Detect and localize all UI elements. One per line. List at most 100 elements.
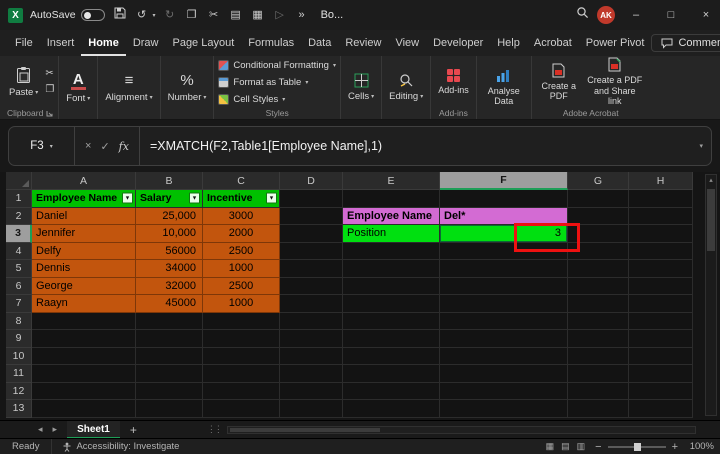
maximize-button[interactable]: □ (657, 0, 685, 30)
cell-H5[interactable] (629, 260, 693, 278)
cell-E8[interactable] (343, 312, 440, 330)
confirm-entry-icon[interactable]: ✓ (100, 140, 109, 153)
search-icon[interactable] (574, 6, 590, 24)
cell-E6[interactable] (343, 277, 440, 295)
cell-A9[interactable] (32, 330, 136, 348)
cell-E3[interactable]: Position (343, 225, 440, 243)
page-break-view-icon[interactable]: ▥ (577, 441, 586, 452)
cell-D6[interactable] (280, 277, 343, 295)
row-header-7[interactable]: 7 (6, 295, 32, 313)
col-header-D[interactable]: D (280, 172, 343, 190)
conditional-formatting-button[interactable]: Conditional Formatting ▾ (218, 58, 336, 73)
cell-F12[interactable] (440, 382, 568, 400)
cell-C3[interactable]: 2000 (203, 225, 280, 243)
tab-developer[interactable]: Developer (426, 30, 490, 56)
tab-acrobat[interactable]: Acrobat (527, 30, 579, 56)
user-avatar[interactable]: AK (597, 6, 615, 24)
create-pdf-share-button[interactable]: Create a PDF and Share link (584, 55, 646, 108)
horizontal-scrollbar[interactable] (226, 425, 696, 434)
filter-dropdown-icon[interactable]: ▾ (189, 192, 200, 204)
cell-E5[interactable] (343, 260, 440, 278)
cell-E4[interactable] (343, 242, 440, 260)
cell-D10[interactable] (280, 347, 343, 365)
cell-F1[interactable] (440, 190, 568, 208)
minimize-button[interactable]: – (622, 0, 650, 30)
row-header-3[interactable]: 3 (6, 225, 32, 243)
cell-A8[interactable] (32, 312, 136, 330)
cell-D7[interactable] (280, 295, 343, 313)
tab-home[interactable]: Home (81, 30, 126, 56)
cell-A6[interactable]: George (32, 277, 136, 295)
cell-D5[interactable] (280, 260, 343, 278)
cell-B6[interactable]: 32000 (136, 277, 203, 295)
cell-G10[interactable] (568, 347, 629, 365)
row-header-5[interactable]: 5 (6, 260, 32, 278)
cell-A10[interactable] (32, 347, 136, 365)
cell-G7[interactable] (568, 295, 629, 313)
row-header-1[interactable]: 1 (6, 190, 32, 208)
cell-B13[interactable] (136, 400, 203, 418)
cell-D8[interactable] (280, 312, 343, 330)
cell-E2[interactable]: Employee Name (343, 207, 440, 225)
cell-B8[interactable] (136, 312, 203, 330)
col-header-E[interactable]: E (343, 172, 440, 190)
cell-A1[interactable]: Employee Name ▾ (32, 190, 136, 208)
zoom-out-button[interactable]: − (595, 441, 601, 453)
cell-F7[interactable] (440, 295, 568, 313)
cell-D11[interactable] (280, 365, 343, 383)
tab-scroll-split-handle[interactable]: ⋮⋮ (207, 424, 223, 435)
undo-dropdown-icon[interactable]: ▾ (153, 12, 156, 19)
cut-icon[interactable]: ✂ (206, 7, 222, 23)
paste-button[interactable]: Paste ▾ (6, 64, 41, 100)
cell-C4[interactable]: 2500 (203, 242, 280, 260)
cell-E12[interactable] (343, 382, 440, 400)
cell-H7[interactable] (629, 295, 693, 313)
formula-input[interactable]: =XMATCH(F2,Table1[Employee Name],1) (140, 127, 692, 165)
cell-H3[interactable] (629, 225, 693, 243)
cell-C6[interactable]: 2500 (203, 277, 280, 295)
filter-dropdown-icon[interactable]: ▾ (266, 192, 277, 204)
cell-D12[interactable] (280, 382, 343, 400)
zoom-in-button[interactable]: + (672, 441, 678, 453)
row-header-8[interactable]: 8 (6, 312, 32, 330)
tab-review[interactable]: Review (338, 30, 388, 56)
cell-C1[interactable]: Incentive ▾ (203, 190, 280, 208)
cell-B11[interactable] (136, 365, 203, 383)
col-header-F[interactable]: F (440, 172, 568, 190)
cell-F6[interactable] (440, 277, 568, 295)
editing-button[interactable]: Editing ▾ (386, 71, 426, 104)
tab-formulas[interactable]: Formulas (241, 30, 301, 56)
zoom-percentage[interactable]: 100% (686, 441, 714, 452)
tab-page-layout[interactable]: Page Layout (165, 30, 241, 56)
cell-B10[interactable] (136, 347, 203, 365)
autosave-toggle[interactable] (80, 9, 105, 21)
cell-H13[interactable] (629, 400, 693, 418)
cell-C2[interactable]: 3000 (203, 207, 280, 225)
cell-B7[interactable]: 45000 (136, 295, 203, 313)
cell-E10[interactable] (343, 347, 440, 365)
cell-B5[interactable]: 34000 (136, 260, 203, 278)
cells-button[interactable]: Cells ▾ (345, 71, 377, 104)
cell-D2[interactable] (280, 207, 343, 225)
undo-icon[interactable]: ↺ (134, 7, 150, 23)
toolbar-overflow-icon[interactable]: » (294, 7, 310, 23)
cell-B2[interactable]: 25,000 (136, 207, 203, 225)
cell-E11[interactable] (343, 365, 440, 383)
accessibility-status[interactable]: Accessibility: Investigate (52, 441, 189, 452)
cell-G5[interactable] (568, 260, 629, 278)
col-header-C[interactable]: C (203, 172, 280, 190)
cell-D4[interactable] (280, 242, 343, 260)
page-layout-view-icon[interactable]: ▤ (561, 441, 570, 452)
cell-C10[interactable] (203, 347, 280, 365)
filter-dropdown-icon[interactable]: ▾ (122, 192, 133, 204)
row-header-9[interactable]: 9 (6, 330, 32, 348)
cell-F10[interactable] (440, 347, 568, 365)
autosave-control[interactable]: AutoSave (30, 9, 105, 21)
cell-H2[interactable] (629, 207, 693, 225)
cell-B4[interactable]: 56000 (136, 242, 203, 260)
cell-H1[interactable] (629, 190, 693, 208)
cell-B3[interactable]: 10,000 (136, 225, 203, 243)
col-header-A[interactable]: A (32, 172, 136, 190)
tab-file[interactable]: File (8, 30, 40, 56)
row-header-11[interactable]: 11 (6, 365, 32, 383)
